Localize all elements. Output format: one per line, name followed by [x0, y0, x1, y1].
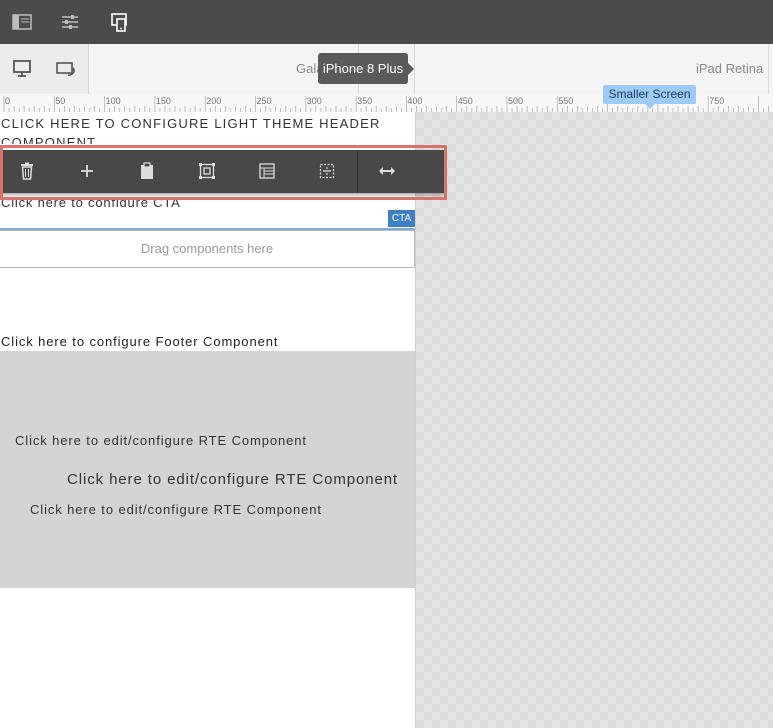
device-mode-group: [0, 44, 89, 94]
resize-button[interactable]: [357, 150, 417, 193]
insert-button[interactable]: [57, 150, 117, 193]
ruler-tick-label: 150: [156, 96, 171, 106]
canvas-edge: [415, 112, 416, 728]
parent-icon: [319, 163, 335, 179]
rotate-device-icon[interactable]: [55, 58, 77, 80]
group-icon: [199, 163, 215, 179]
delete-icon: [21, 162, 33, 180]
ruler-tick-label: 0: [5, 96, 10, 106]
ruler-tick-label: 550: [558, 96, 573, 106]
resize-icon: [379, 167, 395, 175]
ruler-tick-label: 350: [357, 96, 372, 106]
insert-icon: [81, 165, 93, 177]
breakpoint-marker[interactable]: Smaller Screen: [603, 85, 696, 109]
component-toolbar: [0, 150, 445, 193]
rte-component[interactable]: Click here to edit/configure RTE Compone…: [30, 502, 322, 517]
drop-zone[interactable]: Drag components here: [0, 230, 415, 268]
layout-button[interactable]: [237, 150, 297, 193]
device-tooltip: iPhone 8 Plus: [318, 53, 414, 84]
rte-component[interactable]: Click here to edit/configure RTE Compone…: [67, 471, 398, 488]
header-component[interactable]: CLICK HERE TO CONFIGURE LIGHT THEME HEAD…: [1, 114, 401, 144]
device-label-ipad[interactable]: iPad Retina: [696, 61, 763, 76]
ruler-tick-label: 500: [508, 96, 523, 106]
top-toolbar: [0, 0, 773, 44]
side-panel-icon[interactable]: [11, 11, 33, 33]
group-button[interactable]: [177, 150, 237, 193]
delete-button[interactable]: [0, 150, 57, 193]
ruler-tick-label: 450: [458, 96, 473, 106]
offscreen-area: [416, 112, 773, 728]
parent-button[interactable]: [297, 150, 357, 193]
ruler-tick-label: 400: [407, 96, 422, 106]
cta-badge: CTA: [388, 210, 415, 227]
rte-container: Click here to edit/configure RTE Compone…: [0, 351, 415, 588]
paste-button[interactable]: [117, 150, 177, 193]
device-divider: [768, 44, 769, 94]
paste-icon: [141, 162, 153, 179]
cta-component-label[interactable]: Click here to configure CTA: [1, 195, 181, 207]
rte-component[interactable]: Click here to edit/configure RTE Compone…: [15, 433, 307, 448]
ruler-tick-label: 250: [257, 96, 272, 106]
emulator-icon[interactable]: [109, 11, 131, 33]
device-divider: [414, 44, 415, 94]
ruler-tick-label: 300: [307, 96, 322, 106]
properties-icon[interactable]: [59, 11, 81, 33]
ruler-tick-label: 750: [709, 96, 724, 106]
ruler-tick-label: 200: [206, 96, 221, 106]
ruler-tick-label: 50: [55, 96, 65, 106]
desktop-icon[interactable]: [11, 58, 33, 80]
ruler-tick-label: 100: [106, 96, 121, 106]
layout-icon: [259, 163, 275, 179]
footer-component[interactable]: Click here to configure Footer Component: [1, 334, 278, 349]
